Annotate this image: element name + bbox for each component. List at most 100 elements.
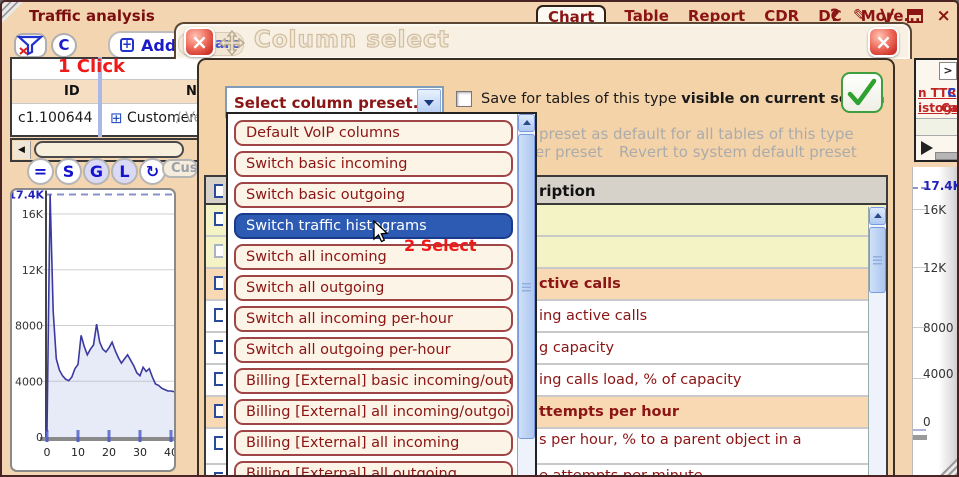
revert-default-link-disabled: Revert to system default preset: [619, 143, 857, 161]
add-button[interactable]: + Add: [108, 31, 184, 59]
column-fragment-1: C: [947, 86, 956, 100]
right-chart-fragment: 17.4K 16K 12K 8000 4000 0: [912, 167, 957, 475]
chevron-down-icon: [424, 100, 434, 106]
checkbox-label-normal: Save for tables of this type: [481, 91, 682, 107]
horizontal-scrollbar-thumb[interactable]: [34, 141, 184, 158]
scroll-right-arrow-icon[interactable]: [921, 141, 933, 155]
window-title: Traffic analysis: [29, 7, 155, 25]
row-description: s per hour, % to a parent object in a: [539, 432, 802, 448]
preset-option-2[interactable]: Switch basic incoming: [234, 151, 513, 177]
resize-grip-top-left-icon[interactable]: [2, 2, 23, 23]
move-icon[interactable]: [218, 29, 246, 61]
arrow-up-icon: [873, 213, 882, 218]
preset-combobox-value: Select column preset...: [234, 94, 430, 112]
chart-mode-button-4[interactable]: L: [111, 158, 138, 185]
row-checkbox-fragment[interactable]: [214, 212, 223, 226]
row-description: ing calls load, % of capacity: [539, 372, 742, 388]
table-cell-fragment: [916, 118, 957, 136]
right-table-fragment: > n TTR istogr C Ca: [914, 58, 958, 162]
preset-option-9[interactable]: Billing [External] basic incoming/outgoi…: [234, 368, 513, 394]
row-checkbox-fragment[interactable]: [214, 372, 223, 386]
arrow-up-icon: [522, 120, 531, 125]
right-chart-ytick: 16K: [923, 203, 947, 217]
chart-mode-button-1[interactable]: =: [27, 158, 54, 185]
column-header-id[interactable]: ID: [64, 84, 80, 99]
cell-id: c1.100644: [18, 110, 93, 126]
preset-option-8[interactable]: Switch all outgoing per-hour: [234, 337, 513, 363]
save-for-tables-checkbox[interactable]: [456, 91, 472, 107]
row-description: ctive calls: [539, 276, 621, 292]
filter-button[interactable]: [14, 33, 47, 58]
save-default-link-disabled: preset as default for all tables of this…: [539, 125, 854, 143]
dialog-close-button-left[interactable]: ×: [184, 27, 215, 57]
window-icon[interactable]: [907, 9, 924, 23]
row-description: e attempts per minute: [539, 468, 703, 477]
row-checkbox-fragment[interactable]: [214, 472, 223, 475]
columns-table-scrollbar[interactable]: [868, 207, 886, 475]
thumb-grip-icon: [873, 256, 882, 265]
confirm-button[interactable]: [841, 72, 883, 113]
data-line-fragment: [913, 429, 926, 431]
column-fragment-2: Ca: [941, 101, 958, 115]
svg-text:8000: 8000: [15, 320, 43, 333]
close-icon[interactable]: ×: [936, 6, 950, 26]
scrollbar-thumb[interactable]: [869, 227, 886, 293]
preset-option-10[interactable]: Billing [External] all incoming/outgoing: [234, 399, 513, 425]
header-checkbox-fragment[interactable]: [214, 184, 223, 198]
preset-list-scrollbar[interactable]: [517, 114, 535, 475]
expand-plus-icon[interactable]: ⊞: [110, 109, 123, 127]
scroll-up-button[interactable]: [869, 207, 886, 225]
scrollbar-fragment[interactable]: [935, 152, 957, 160]
svg-text:40: 40: [164, 446, 174, 459]
right-chart-ytick: 12K: [923, 261, 947, 275]
mouse-cursor-icon: [372, 219, 390, 248]
preset-option-7[interactable]: Switch all incoming per-hour: [234, 306, 513, 332]
dialog-close-button[interactable]: ×: [868, 27, 899, 57]
traffic-chart-plot: 0 10 20 30 40 0 4000 8000 12K 16K 17.4K: [12, 190, 174, 459]
x-axis-fragment: [913, 435, 927, 440]
scroll-up-button[interactable]: [518, 114, 535, 132]
refresh-c-button[interactable]: C: [51, 33, 77, 58]
chart-mode-button-2[interactable]: S: [55, 158, 82, 185]
right-chart-ytick: 8000: [923, 321, 954, 335]
preset-option-3[interactable]: Switch basic outgoing: [234, 182, 513, 208]
row-checkbox-fragment[interactable]: [214, 244, 223, 258]
traffic-chart: 0 10 20 30 40 0 4000 8000 12K 16K 17.4K: [10, 188, 176, 472]
scroll-left-arrow-icon[interactable]: ◀: [13, 141, 31, 159]
column-select-titlebar[interactable]: Share × Column select ×: [174, 22, 912, 59]
thumb-grip-icon: [522, 282, 531, 292]
dialog-title: Column select: [253, 26, 450, 53]
row-checkbox-fragment[interactable]: [214, 404, 223, 418]
row-description: g capacity: [539, 340, 615, 356]
right-chart-ytick: 4000: [923, 367, 954, 381]
column-header-name[interactable]: N: [186, 84, 197, 99]
legend-chip[interactable]: Cus: [162, 159, 198, 178]
annotation-step-2: 2 Select: [404, 236, 477, 255]
preset-option-6[interactable]: Switch all outgoing: [234, 275, 513, 301]
chart-mode-button-3[interactable]: G: [83, 158, 110, 185]
svg-text:17.4K: 17.4K: [12, 190, 44, 201]
svg-text:30: 30: [133, 446, 147, 459]
row-checkbox-fragment[interactable]: [214, 436, 223, 450]
green-checkmark-icon: [847, 78, 877, 106]
svg-text:0: 0: [36, 431, 43, 444]
expand-corner-button[interactable]: >: [939, 62, 957, 80]
add-button-label: Add: [141, 35, 177, 55]
funnel-icon: [16, 35, 44, 56]
svg-text:10: 10: [71, 446, 85, 459]
row-checkbox-fragment[interactable]: [214, 308, 223, 322]
svg-text:0: 0: [44, 446, 51, 459]
row-checkbox-fragment[interactable]: [214, 276, 223, 290]
svg-text:20: 20: [102, 446, 116, 459]
preset-dropdown-list: Default VoIP columns Switch basic incomin…: [226, 112, 537, 475]
plus-icon: +: [120, 37, 134, 52]
preset-option-12[interactable]: Billing [External] all outgoing: [234, 461, 513, 475]
preset-option-11[interactable]: Billing [External] all incoming: [234, 430, 513, 456]
row-checkbox-fragment[interactable]: [214, 340, 223, 354]
scrollbar-thumb[interactable]: [518, 134, 535, 439]
user-preset-link-disabled: er preset: [535, 143, 603, 161]
preset-option-1[interactable]: Default VoIP columns: [234, 120, 513, 146]
svg-text:4000: 4000: [15, 375, 43, 388]
svg-text:12K: 12K: [22, 264, 44, 277]
column-select-panel: Select column preset... Save for tables …: [197, 58, 895, 477]
